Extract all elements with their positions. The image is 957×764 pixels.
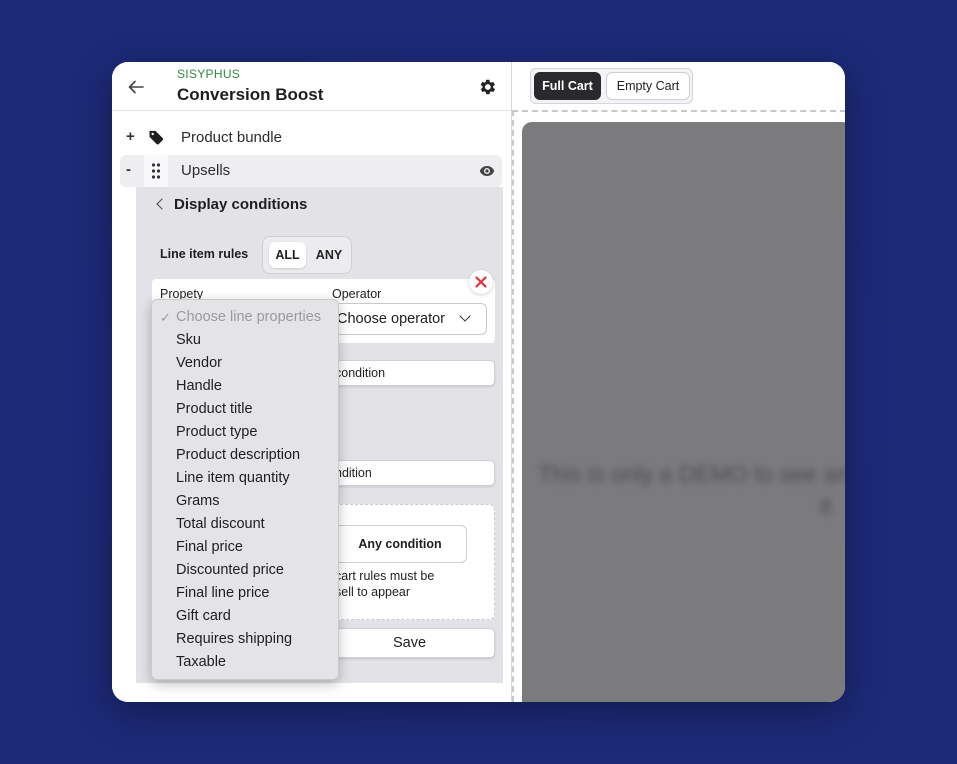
dropdown-option[interactable]: Taxable: [176, 654, 226, 670]
dropdown-option[interactable]: Vendor: [176, 355, 222, 371]
tab-empty-cart[interactable]: Empty Cart: [606, 72, 690, 100]
dropdown-option[interactable]: Final line price: [176, 585, 270, 601]
dropdown-option[interactable]: Sku: [176, 332, 201, 348]
property-dropdown[interactable]: ✓ Choose line properties Sku Vendor Hand…: [151, 299, 339, 680]
back-button[interactable]: [124, 75, 148, 99]
drag-handle-icon: [151, 163, 161, 179]
dropdown-option[interactable]: Grams: [176, 493, 220, 509]
preview-text-line1: This is only a DEMO to see an: [538, 461, 845, 487]
dropdown-option[interactable]: Discounted price: [176, 562, 284, 578]
brand-name: SISYPHUS: [177, 67, 241, 81]
dropdown-option[interactable]: Total discount: [176, 516, 265, 532]
add-condition-button[interactable]: condition: [324, 360, 495, 386]
add-condition-label: ndition: [335, 466, 372, 480]
collapse-toggle[interactable]: -: [126, 161, 131, 178]
chevron-down-icon: [459, 310, 471, 322]
toggle-any[interactable]: ANY: [313, 242, 345, 268]
add-condition-label: condition: [335, 366, 386, 380]
section-upsells[interactable]: - Upsells: [120, 155, 502, 187]
page-title: Conversion Boost: [177, 85, 324, 104]
cart-rules-note: cart rules must be sell to appear: [335, 568, 485, 600]
dropdown-option[interactable]: Choose line properties: [176, 309, 321, 325]
drag-handle[interactable]: [144, 155, 168, 187]
cart-rules-box: Any condition cart rules must be sell to…: [324, 504, 495, 620]
dropdown-option[interactable]: Handle: [176, 378, 222, 394]
section-label: Upsells: [181, 162, 231, 179]
section-product-bundle[interactable]: + Product bundle: [120, 122, 502, 154]
line-item-rules-label: Line item rules: [160, 247, 249, 261]
add-cart-condition-button[interactable]: ndition: [324, 460, 495, 486]
dropdown-option[interactable]: Line item quantity: [176, 470, 290, 486]
operator-label: Operator: [332, 287, 382, 301]
cart-preview: This is only a DEMO to see an it: [522, 122, 845, 702]
settings-button[interactable]: [477, 77, 497, 97]
arrow-left-icon: [128, 80, 144, 94]
save-button[interactable]: Save: [324, 628, 495, 658]
any-condition-button[interactable]: Any condition: [333, 525, 467, 563]
section-label: Product bundle: [181, 129, 282, 146]
preview-text-line2: it: [820, 493, 832, 519]
dropdown-option[interactable]: Requires shipping: [176, 631, 292, 647]
editor-header: SISYPHUS Conversion Boost: [112, 62, 511, 111]
expand-toggle[interactable]: +: [126, 128, 135, 145]
tab-full-cart[interactable]: Full Cart: [534, 72, 601, 100]
gear-icon: [480, 79, 496, 95]
cart-rules-note-text: cart rules must be sell to appear: [335, 569, 435, 599]
dropdown-option[interactable]: Product type: [176, 424, 257, 440]
cart-tabs: Full Cart Empty Cart: [530, 68, 693, 104]
dropdown-option[interactable]: Final price: [176, 539, 243, 555]
display-conditions-title: Display conditions: [174, 196, 308, 213]
match-toggle: ALL ANY: [262, 236, 352, 274]
tag-icon: [148, 129, 164, 145]
close-icon: [475, 276, 487, 288]
dropdown-option[interactable]: Gift card: [176, 608, 231, 624]
dropdown-option[interactable]: Product description: [176, 447, 300, 463]
operator-select[interactable]: Choose operator: [330, 303, 487, 335]
dropdown-option[interactable]: Product title: [176, 401, 253, 417]
operator-value: Choose operator: [337, 311, 446, 327]
visibility-toggle[interactable]: [479, 164, 495, 178]
toggle-all[interactable]: ALL: [269, 242, 306, 268]
preview-panel: Full Cart Empty Cart This is only a DEMO…: [511, 62, 845, 702]
checkmark-icon: ✓: [160, 310, 171, 325]
preview-overlay-text: This is only a DEMO to see an it: [538, 458, 845, 522]
remove-rule-button[interactable]: [469, 270, 493, 294]
display-conditions-back[interactable]: Display conditions: [156, 196, 308, 213]
eye-icon: [479, 166, 495, 176]
chevron-left-icon: [156, 198, 168, 210]
